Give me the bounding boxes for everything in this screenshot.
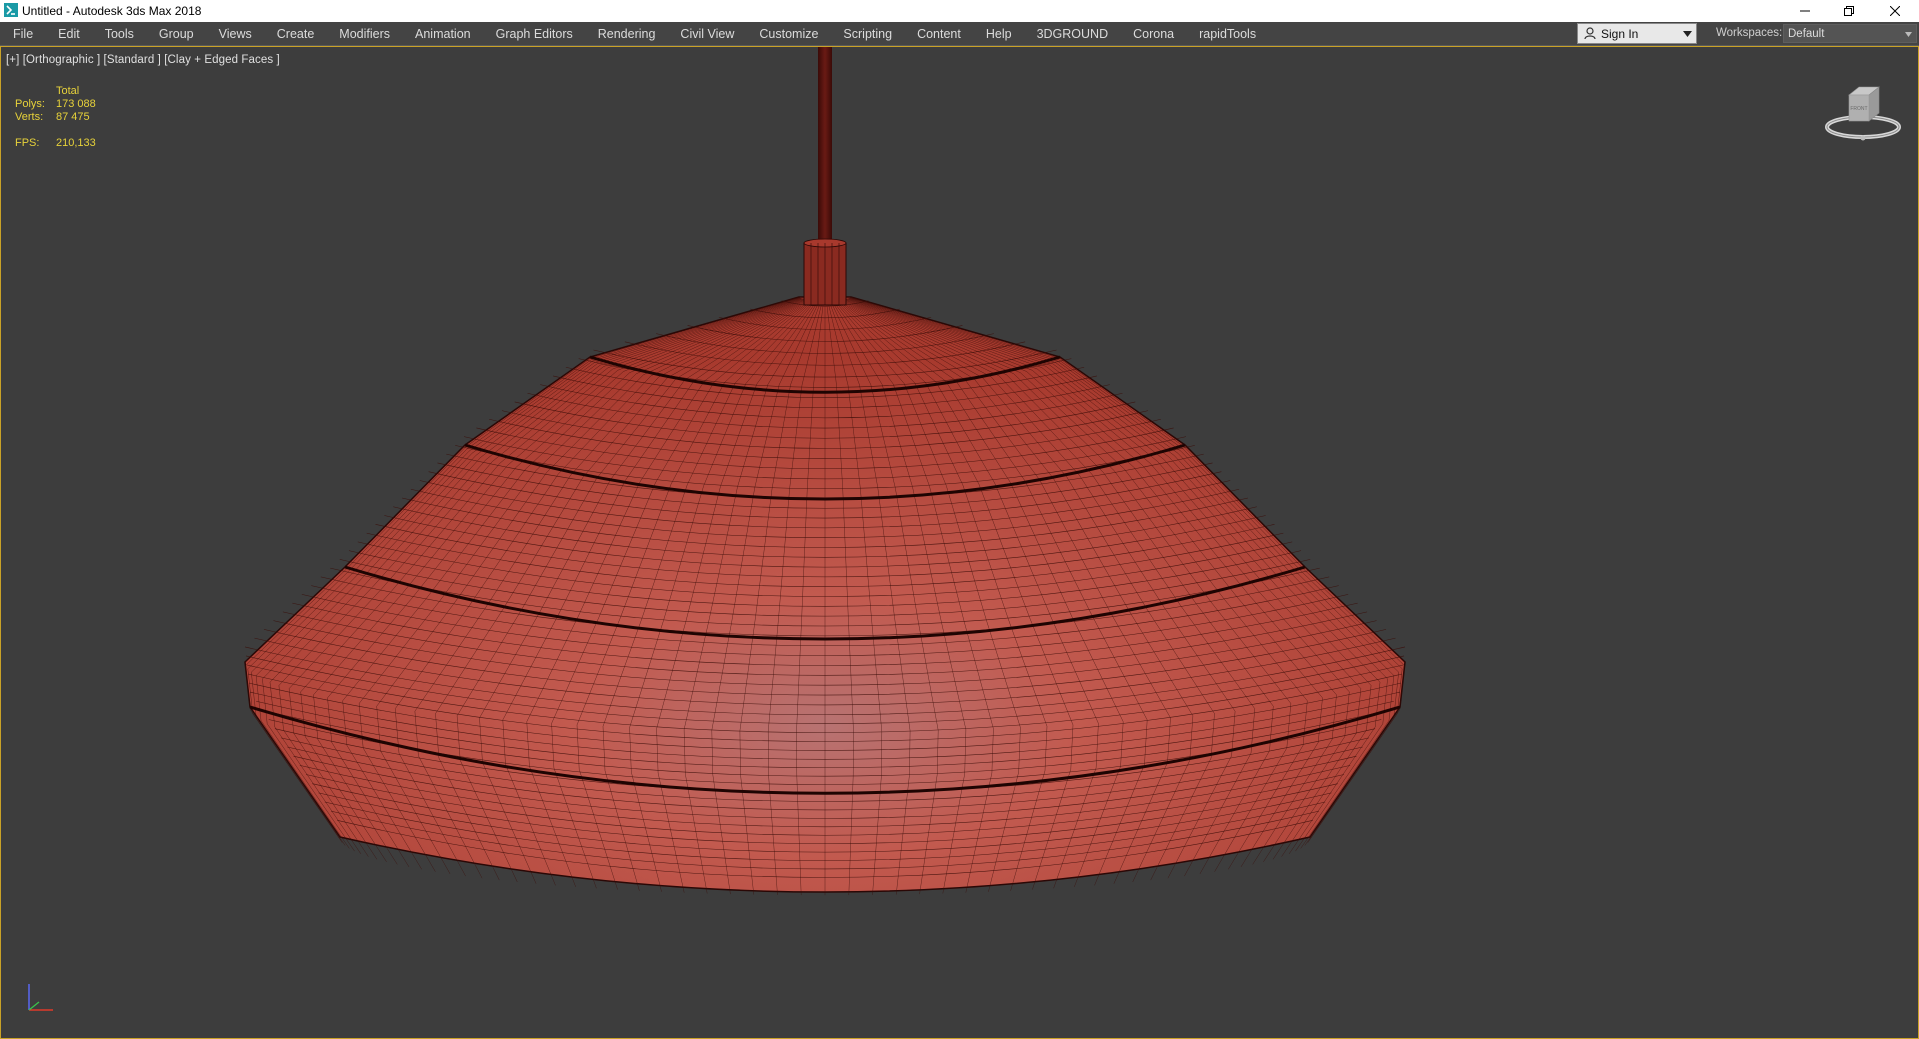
perspective-viewport[interactable]: [+] [Orthographic ] [Standard ] [Clay + … <box>0 46 1919 1039</box>
menu-rendering[interactable]: Rendering <box>585 22 668 46</box>
chevron-down-icon <box>1905 32 1912 37</box>
sign-in-button[interactable]: Sign In <box>1577 23 1697 44</box>
menu-customize[interactable]: Customize <box>746 22 830 46</box>
menu-views[interactable]: Views <box>206 22 264 46</box>
workspaces-label: Workspaces: <box>1716 27 1783 39</box>
viewcube-face-label: FRONT <box>1850 106 1867 112</box>
menu-edit[interactable]: Edit <box>45 22 92 46</box>
verts-value: 87 475 <box>56 111 90 123</box>
menu-content[interactable]: Content <box>904 22 973 46</box>
chevron-down-icon <box>1683 31 1692 37</box>
menu-3dground[interactable]: 3DGROUND <box>1024 22 1121 46</box>
title-bar: Untitled - Autodesk 3ds Max 2018 <box>0 0 1919 22</box>
menu-create[interactable]: Create <box>264 22 327 46</box>
menu-tools[interactable]: Tools <box>92 22 146 46</box>
restore-icon[interactable] <box>1826 0 1872 22</box>
lamp-socket <box>803 238 847 306</box>
lamp-cord <box>818 47 832 247</box>
menu-corona[interactable]: Corona <box>1120 22 1186 46</box>
workspaces-dropdown[interactable]: Default <box>1783 24 1917 43</box>
axis-tripod-icon <box>28 984 53 1011</box>
menu-civil-view[interactable]: Civil View <box>667 22 746 46</box>
menu-rapidtools[interactable]: rapidTools <box>1186 22 1268 46</box>
user-icon <box>1584 27 1596 40</box>
sign-in-label: Sign In <box>1601 26 1639 41</box>
menu-group[interactable]: Group <box>146 22 206 46</box>
menu-modifiers[interactable]: Modifiers <box>326 22 402 46</box>
menu-bar: File Edit Tools Group Views Create Modifiers An… <box>0 22 1919 46</box>
menu-file[interactable]: File <box>0 22 45 46</box>
3dsmax-icon <box>4 3 18 17</box>
close-icon[interactable] <box>1872 0 1918 22</box>
stats-header: Total <box>56 85 80 97</box>
lamp-model <box>244 47 1406 896</box>
menu-animation[interactable]: Animation <box>402 22 483 46</box>
menu-items: File Edit Tools Group Views Create Modifiers An… <box>0 22 1268 46</box>
menu-graph-editors[interactable]: Graph Editors <box>483 22 585 46</box>
fps-value: 210,133 <box>56 137 96 149</box>
polys-value: 173 088 <box>56 98 96 110</box>
polys-label: Polys: <box>15 98 45 110</box>
menu-scripting[interactable]: Scripting <box>830 22 904 46</box>
fps-label: FPS: <box>15 137 40 149</box>
minimize-icon[interactable] <box>1782 0 1828 22</box>
verts-label: Verts: <box>15 111 44 123</box>
viewcube-icon[interactable]: FRONT <box>1823 83 1903 143</box>
workspaces-value: Default <box>1788 28 1825 40</box>
window-title: Untitled - Autodesk 3ds Max 2018 <box>22 4 202 18</box>
viewport-label-menu[interactable]: [+] [Orthographic ] [Standard ] [Clay + … <box>6 54 280 66</box>
menu-help[interactable]: Help <box>973 22 1024 46</box>
